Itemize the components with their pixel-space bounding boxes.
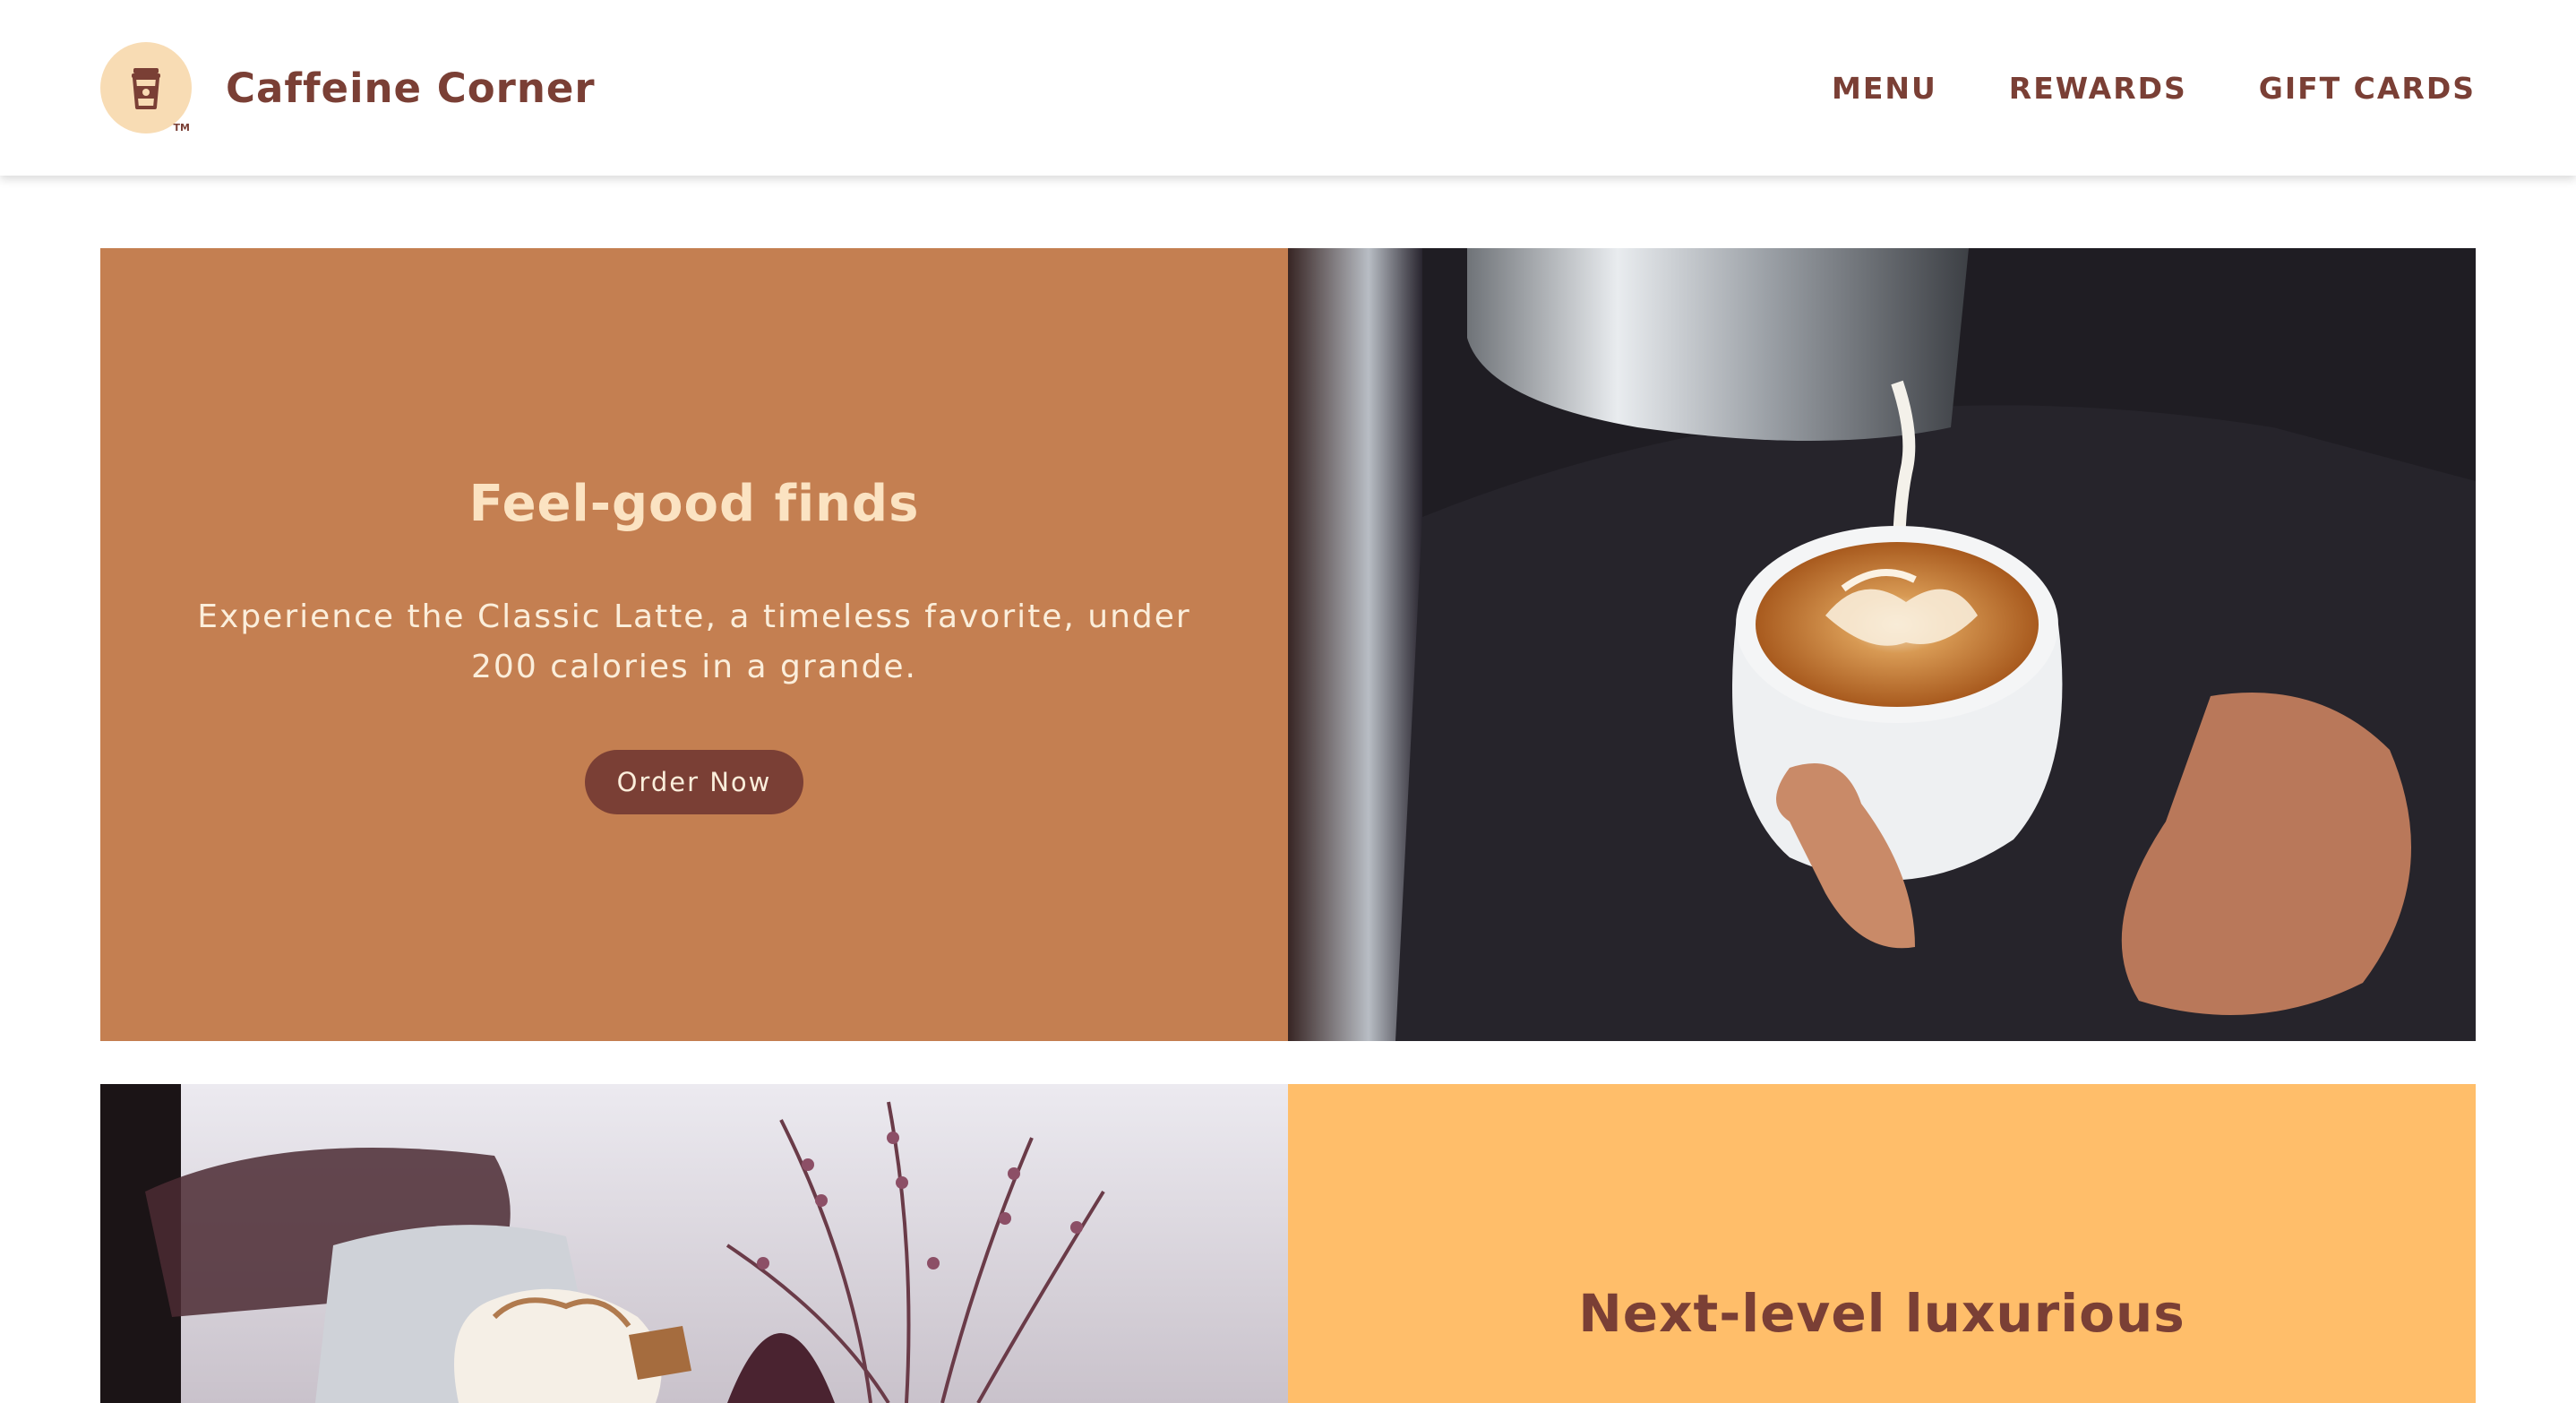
luxurious-drink-photo	[100, 1084, 1288, 1403]
nav-gift-cards-link[interactable]: GIFT CARDS	[2259, 71, 2476, 106]
nav-menu-link[interactable]: MENU	[1832, 71, 1937, 106]
coffee-cup-icon: TM	[100, 42, 192, 133]
site-header: TM Caffeine Corner MENU REWARDS GIFT CAR…	[0, 0, 2576, 176]
brand-link[interactable]: TM Caffeine Corner	[100, 41, 596, 134]
order-now-button[interactable]: Order Now	[584, 750, 804, 814]
brand-name: Caffeine Corner	[226, 64, 596, 112]
latte-promo-title: Feel-good finds	[468, 475, 920, 533]
luxurious-promo-title: Next-level luxurious	[1578, 1283, 2185, 1344]
latte-promo-description: Experience the Classic Latte, a timeless…	[197, 598, 1191, 685]
luxurious-promo-panel: Next-level luxurious	[1288, 1084, 2476, 1403]
latte-promo-panel: Feel-good finds Experience the Classic L…	[100, 248, 1288, 1041]
latte-art-photo	[1288, 248, 2476, 1041]
trademark-mark: TM	[173, 122, 190, 133]
nav-rewards-link[interactable]: REWARDS	[2009, 71, 2187, 106]
main-nav: MENU REWARDS GIFT CARDS	[1832, 65, 2476, 111]
